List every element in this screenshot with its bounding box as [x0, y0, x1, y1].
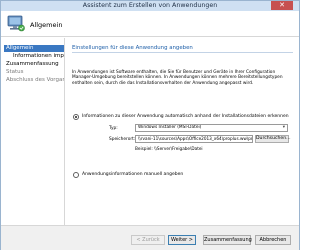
radio-manual[interactable] — [73, 172, 79, 178]
close-button[interactable]: ✕ — [271, 1, 293, 10]
sidebar-item-abschluss: Abschluss des Vorgan — [6, 77, 64, 83]
summary-button[interactable]: Zusammenfassung — [203, 235, 252, 245]
sidebar-item-status: Status — [6, 69, 24, 75]
section-divider — [72, 52, 293, 53]
radio-manual-label[interactable]: Anwendungsinformationen manuell angeben — [82, 172, 183, 177]
radio-auto-detect[interactable] — [73, 114, 79, 120]
page-title: Allgemein — [30, 21, 63, 29]
window-title: Assistent zum Erstellen von Anwendungen — [82, 2, 218, 9]
main-content: Einstellungen für diese Anwendung angebe… — [65, 38, 299, 225]
location-label: Speicherort: — [109, 137, 136, 142]
wizard-steps-sidebar: Allgemein Informationen impo Zusammenfas… — [1, 38, 64, 225]
sidebar-item-zusammenfassung[interactable]: Zusammenfassung — [6, 61, 64, 68]
description-text: In Anwendungen ist Software enthalten, d… — [72, 70, 283, 86]
chevron-down-icon: ▾ — [282, 125, 285, 130]
wizard-window: Assistent zum Erstellen von Anwendungen … — [0, 0, 300, 250]
type-label: Typ: — [109, 126, 118, 131]
sidebar-item-allgemein[interactable]: Allgemein — [4, 45, 64, 52]
type-select-value: Windows Installer (MSI-Datei) — [138, 125, 202, 130]
sidebar-item-informationen-importieren[interactable]: Informationen impo — [13, 53, 64, 60]
location-example: Beispiel: \\Server\Freigabe\Datei — [135, 146, 203, 151]
location-input[interactable]: \\rvani-11\sources\Apps\Office2013_x64\p… — [135, 135, 253, 143]
wizard-header: Allgemein — [1, 11, 299, 37]
section-title: Einstellungen für diese Anwendung angebe… — [72, 45, 193, 51]
wizard-footer: < Zurück Weiter > Zusammenfassung Abbrec… — [1, 225, 299, 250]
radio-auto-detect-label[interactable]: Informationen zu dieser Anwendung automa… — [82, 114, 289, 119]
back-button: < Zurück — [131, 235, 165, 245]
computer-wizard-icon — [7, 15, 25, 32]
type-select[interactable]: Windows Installer (MSI-Datei) ▾ — [135, 124, 288, 132]
cancel-button[interactable]: Abbrechen — [255, 235, 291, 245]
next-button[interactable]: Weiter > — [168, 235, 196, 245]
browse-button[interactable]: Durchsuchen... — [255, 135, 291, 143]
title-bar: Assistent zum Erstellen von Anwendungen … — [1, 1, 299, 11]
